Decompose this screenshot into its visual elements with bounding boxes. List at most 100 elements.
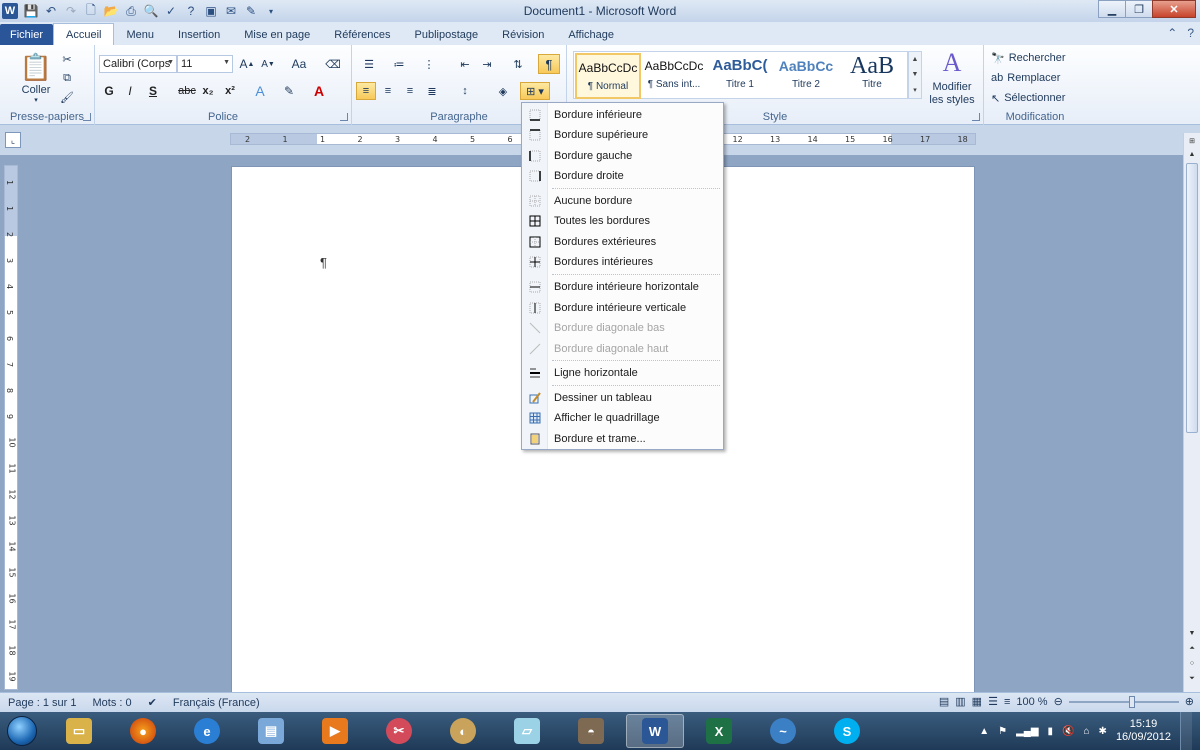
clipboard-launcher-icon[interactable]	[83, 113, 91, 121]
select-button[interactable]: ↖ Sélectionner	[991, 90, 1081, 106]
zoom-slider[interactable]	[1068, 695, 1179, 708]
zoom-in-icon[interactable]: ⊕	[1185, 695, 1194, 708]
scroll-thumb[interactable]	[1186, 163, 1198, 433]
bluetooth-icon[interactable]: ✱	[1099, 726, 1107, 737]
borders-button[interactable]: ⊞ ▾	[520, 82, 550, 100]
taskbar-internet-explorer[interactable]: e	[178, 714, 236, 748]
vertical-scrollbar[interactable]: ⊞ ▲ ▼ ⏶ ○ ⏷	[1183, 133, 1200, 692]
font-name-combo[interactable]: Calibri (Corps ▼	[99, 55, 177, 73]
page-count[interactable]: Page : 1 sur 1	[0, 697, 85, 709]
show-desktop-button[interactable]	[1180, 712, 1192, 750]
more-styles-icon[interactable]: ▾	[913, 86, 917, 94]
device-icon[interactable]: ⌂	[1084, 726, 1090, 737]
tab-selector-icon[interactable]: ⌞	[5, 132, 21, 148]
save-icon[interactable]: 💾	[21, 2, 41, 20]
sort-icon[interactable]: ⇅	[508, 55, 528, 73]
language[interactable]: Français (France)	[165, 697, 268, 709]
email-icon[interactable]: ✉	[221, 2, 241, 20]
minimize-icon[interactable]: ▁	[1098, 0, 1126, 18]
font-size-combo[interactable]: 11 ▼	[177, 55, 233, 73]
menu-item[interactable]: Bordures intérieures	[522, 252, 723, 272]
print-preview-icon[interactable]: 🔍	[141, 2, 161, 20]
shading-icon[interactable]: ◈	[492, 82, 514, 100]
help-icon[interactable]: ?	[1187, 26, 1194, 40]
grow-font-icon[interactable]: A ▲	[237, 55, 257, 73]
line-spacing-icon[interactable]: ↕	[454, 82, 476, 100]
taskbar-excel[interactable]: X	[690, 714, 748, 748]
flag-icon[interactable]: ⚑	[998, 726, 1007, 737]
zoom-out-icon[interactable]: ⊖	[1054, 695, 1063, 708]
taskbar-explorer[interactable]: ▭	[50, 714, 108, 748]
multilevel-list-icon[interactable]: ⋮	[418, 55, 440, 73]
customize-qat-icon[interactable]: ▾	[261, 2, 281, 20]
scroll-down-icon[interactable]: ▼	[1186, 630, 1198, 642]
previous-page-icon[interactable]: ⏶	[1186, 645, 1198, 657]
menu-item[interactable]: Afficher le quadrillage	[522, 408, 723, 428]
tab-affichage[interactable]: Affichage	[556, 24, 626, 45]
find-button[interactable]: 🔭 Rechercher	[991, 50, 1081, 66]
menu-item[interactable]: Toutes les bordures	[522, 211, 723, 231]
decrease-indent-icon[interactable]: ⇤	[456, 55, 474, 73]
full-screen-icon[interactable]: ▥	[955, 695, 965, 708]
change-styles-icon[interactable]: A	[934, 48, 970, 77]
taskbar-paint[interactable]: ◐	[434, 714, 492, 748]
restore-icon[interactable]: ❐	[1125, 0, 1153, 18]
style-normal[interactable]: AaBbCcDc ¶ Normal	[575, 53, 641, 99]
tab-references[interactable]: Références	[322, 24, 402, 45]
word-count[interactable]: Mots : 0	[85, 697, 140, 709]
strikethrough-button[interactable]: abc	[177, 82, 197, 100]
chevron-up-icon[interactable]: ▲	[912, 56, 919, 63]
style-no-spacing[interactable]: AaBbCcDc ¶ Sans int...	[641, 53, 707, 99]
tab-publipostage[interactable]: Publipostage	[403, 24, 491, 45]
menu-item[interactable]: Bordures extérieures	[522, 232, 723, 252]
help-icon[interactable]: ?	[181, 2, 201, 20]
highlight-icon[interactable]: ✎	[279, 82, 299, 100]
text-effects-icon[interactable]: A	[251, 82, 269, 100]
align-left-icon[interactable]: ≡	[356, 82, 376, 100]
show-formatting-icon[interactable]: ¶	[538, 54, 560, 74]
style-title[interactable]: AaB Titre	[839, 53, 905, 99]
menu-item[interactable]: Aucune bordure	[522, 191, 723, 211]
outline-icon[interactable]: ☰	[988, 695, 998, 708]
start-button[interactable]	[0, 712, 44, 750]
taskbar-skype[interactable]: S	[818, 714, 876, 748]
format-painter-icon[interactable]: 🖌	[58, 89, 76, 105]
font-color-icon[interactable]: A	[309, 82, 329, 100]
taskbar-word[interactable]: W	[626, 714, 684, 748]
tab-insertion[interactable]: Insertion	[166, 24, 232, 45]
picture-icon[interactable]: ▣	[201, 2, 221, 20]
italic-button[interactable]: I	[122, 82, 138, 100]
menu-item[interactable]: Bordure intérieure horizontale	[522, 277, 723, 297]
taskbar-snipping[interactable]: ✂	[370, 714, 428, 748]
network-signal-icon[interactable]: ▂▄▆	[1016, 726, 1038, 737]
spelling-icon[interactable]: ✓	[161, 2, 181, 20]
new-document-icon[interactable]: 🗋	[81, 2, 101, 20]
tab-accueil[interactable]: Accueil	[53, 23, 115, 45]
chevron-down-icon[interactable]: ▼	[912, 71, 919, 78]
justify-icon[interactable]: ≣	[422, 82, 442, 100]
copy-icon[interactable]: ⧉	[58, 70, 76, 86]
scroll-up-icon[interactable]: ▲	[1186, 151, 1198, 163]
menu-item[interactable]: Bordure inférieure	[522, 105, 723, 125]
browse-object-icon[interactable]: ○	[1186, 660, 1198, 672]
redo-icon[interactable]: ↷	[61, 2, 81, 20]
menu-item[interactable]: Bordure gauche	[522, 146, 723, 166]
cut-icon[interactable]: ✂	[58, 51, 76, 67]
close-icon[interactable]: ✕	[1152, 0, 1196, 18]
word-logo-icon[interactable]: W	[2, 3, 18, 19]
print-icon[interactable]: ⎙	[121, 2, 141, 20]
change-styles-label-2[interactable]: les styles	[922, 94, 982, 106]
sound-muted-icon[interactable]: 🔇	[1062, 726, 1074, 737]
bold-button[interactable]: G	[101, 82, 117, 100]
bullets-icon[interactable]: ☰	[358, 55, 380, 73]
clear-formatting-icon[interactable]: ⌫	[323, 55, 343, 73]
menu-item[interactable]: Bordure intérieure verticale	[522, 298, 723, 318]
menu-item[interactable]: Bordure et trame...	[522, 429, 723, 449]
taskbar-media-player[interactable]: ▶	[306, 714, 364, 748]
draft-icon[interactable]: ≡	[1004, 696, 1010, 708]
menu-item[interactable]: Dessiner un tableau	[522, 388, 723, 408]
show-hidden-icons-icon[interactable]: ▲	[979, 726, 989, 737]
print-layout-icon[interactable]: ▤	[939, 695, 949, 708]
numbering-icon[interactable]: ≔	[388, 55, 410, 73]
web-layout-icon[interactable]: ▦	[972, 695, 982, 708]
